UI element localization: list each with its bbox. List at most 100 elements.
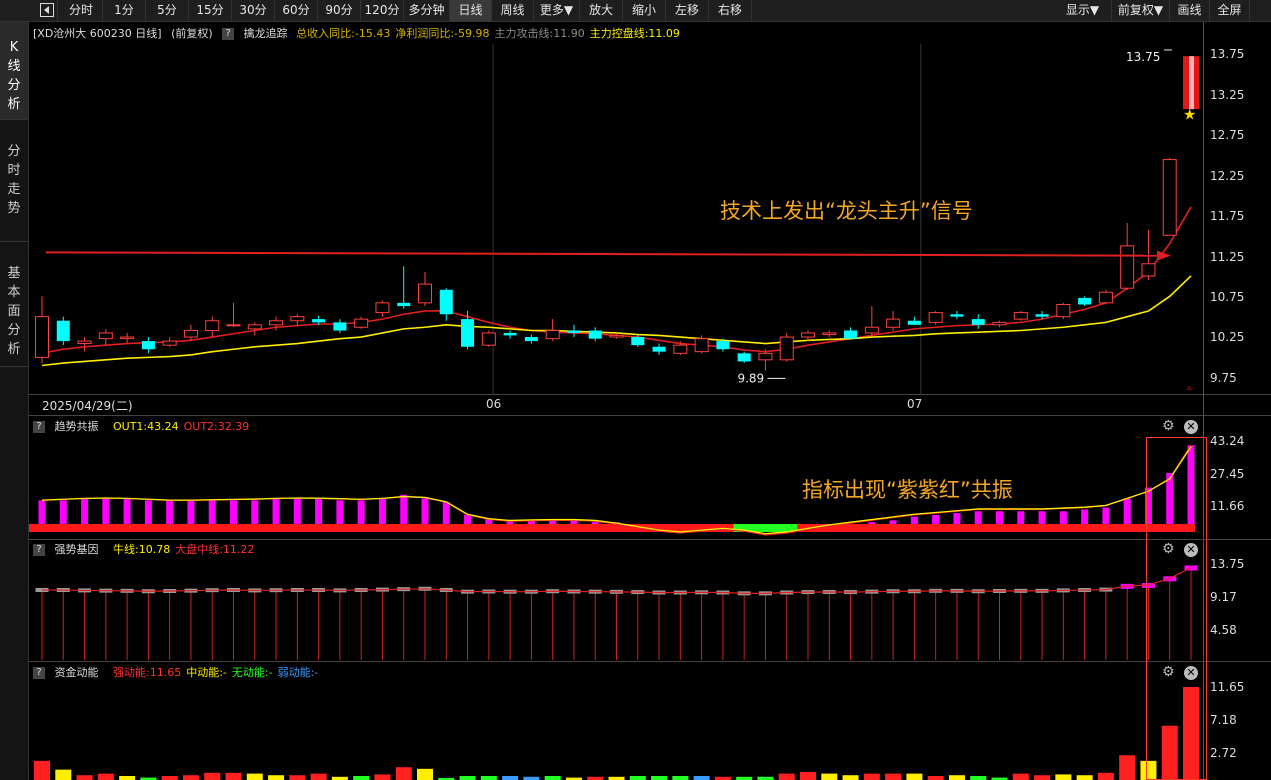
sidebar-item-char: 基 — [7, 266, 21, 281]
period-button[interactable]: 更多▼ — [534, 0, 580, 21]
toolbar-right-button[interactable]: 画线 — [1170, 0, 1210, 21]
sidebar-item-char: 时 — [7, 163, 21, 178]
period-button[interactable]: 30分 — [232, 0, 275, 21]
sidebar-item[interactable]: K线分析 — [0, 22, 28, 120]
help-icon[interactable]: ? — [222, 28, 235, 40]
momentum-bar — [353, 776, 370, 780]
period-button[interactable]: 右移 — [709, 0, 752, 21]
period-button[interactable]: 多分钟 — [404, 0, 450, 21]
adjust-mode: (前复权) — [171, 27, 213, 40]
panel-name[interactable]: 趋势共振 — [55, 420, 99, 433]
annotation-signal: 技术上发出“龙头主升”信号 — [720, 199, 973, 223]
resonance-bar — [102, 498, 110, 524]
momentum-bar — [1076, 775, 1093, 780]
resonance-bar — [974, 511, 982, 524]
legend-value: 净利润同比:-59.98 — [395, 27, 490, 40]
y-axis-label: 10.75 — [1210, 290, 1245, 304]
close-icon[interactable]: ✕ — [1184, 420, 1198, 434]
period-button[interactable]: 120分 — [361, 0, 404, 21]
limit-up-candle — [1183, 56, 1199, 110]
candle — [992, 321, 1007, 326]
sidebar-item[interactable]: 基本面分析 — [0, 242, 28, 367]
legend-value: 中动能:- — [186, 666, 227, 679]
candle — [822, 332, 837, 336]
resonance-bar — [230, 500, 237, 524]
period-button[interactable]: 缩小 — [623, 0, 666, 21]
period-button[interactable]: 左移 — [666, 0, 709, 21]
period-button[interactable]: 90分 — [318, 0, 361, 21]
resonance-bar — [1059, 511, 1067, 524]
y-axis-label: 13.75 — [1210, 47, 1245, 61]
candle — [1035, 314, 1049, 317]
candlestick-chart[interactable]: 13.75 9.89 ★ ▵ — [29, 44, 1203, 394]
y-axis-label: 11.66 — [1210, 499, 1245, 513]
candle — [120, 336, 135, 340]
trend-resonance-chart[interactable] — [29, 438, 1203, 538]
help-icon[interactable]: ? — [33, 421, 45, 433]
period-button[interactable]: 周线 — [492, 0, 534, 21]
sidebar-item-char: 走 — [7, 182, 21, 197]
period-button[interactable]: 日线 — [450, 0, 492, 21]
candle — [864, 326, 879, 334]
momentum-bar — [885, 773, 902, 780]
resonance-bar — [889, 520, 897, 524]
panel-name[interactable]: 强势基因 — [55, 543, 99, 556]
momentum-bar — [417, 768, 433, 780]
candle — [673, 344, 688, 354]
sidebar-item-char: 分 — [7, 144, 21, 159]
momentum-bar — [906, 773, 923, 780]
momentum-bar — [225, 772, 242, 780]
strong-gene-chart[interactable] — [29, 560, 1203, 660]
resonance-bar — [336, 500, 344, 524]
resonance-bar — [251, 500, 259, 524]
sidebar-item-char: 分 — [7, 323, 21, 338]
toolbar-right-button[interactable]: 前复权▼ — [1112, 0, 1170, 21]
gear-icon[interactable]: ⚙ — [1162, 418, 1175, 434]
period-button[interactable]: 1分 — [103, 0, 146, 21]
momentum-bar — [459, 776, 476, 780]
legend-value: 总收入同比:-15.43 — [296, 27, 391, 40]
candle — [205, 320, 220, 332]
momentum-bar — [927, 776, 944, 780]
candle — [247, 324, 262, 330]
sidebar-item[interactable]: 分时走势 — [0, 120, 28, 242]
signal-arrow-line — [45, 251, 1160, 257]
period-button[interactable]: 15分 — [189, 0, 232, 21]
candle — [35, 316, 49, 358]
legend-value: 强动能:11.65 — [113, 666, 182, 679]
candle — [141, 341, 155, 350]
resonance-bar — [868, 522, 876, 524]
y-axis-label: 4.58 — [1210, 623, 1237, 637]
candle — [461, 319, 475, 347]
indicator-name[interactable]: 擒龙追踪 — [244, 27, 288, 40]
period-button[interactable]: 60分 — [275, 0, 318, 21]
candle — [609, 334, 624, 338]
sidebar-item-char: 势 — [7, 201, 21, 216]
panel-name[interactable]: 资金动能 — [55, 666, 99, 679]
resonance-bar — [166, 500, 174, 524]
period-button[interactable]: 放大 — [580, 0, 623, 21]
star-icon: ★ — [1183, 105, 1196, 123]
annotation-resonance: 指标出现“紫紫红”共振 — [802, 478, 1013, 502]
fund-momentum-chart[interactable] — [29, 684, 1203, 780]
resonance-bar — [187, 500, 195, 524]
period-button[interactable]: 分时 — [60, 0, 103, 21]
momentum-bar — [693, 776, 710, 780]
back-arrow-icon[interactable] — [36, 0, 58, 21]
momentum-bar — [800, 772, 816, 780]
help-icon[interactable]: ? — [33, 667, 45, 679]
momentum-bar — [863, 773, 880, 780]
trend-resonance-legend: ? 趋势共振 OUT1:43.24 OUT2:32.39 — [33, 418, 249, 436]
resonance-bar — [442, 502, 450, 524]
momentum-bar — [672, 776, 689, 780]
help-icon[interactable]: ? — [33, 544, 45, 556]
candle — [907, 320, 921, 325]
toolbar-right-button[interactable]: 全屏 — [1210, 0, 1250, 21]
candle-highlight — [1189, 56, 1194, 110]
momentum-bar — [395, 767, 412, 780]
candle — [567, 330, 581, 333]
candle — [737, 353, 751, 362]
period-button[interactable]: 5分 — [146, 0, 189, 21]
candle — [886, 318, 901, 328]
toolbar-right-button[interactable]: 显示▼ — [1054, 0, 1112, 21]
